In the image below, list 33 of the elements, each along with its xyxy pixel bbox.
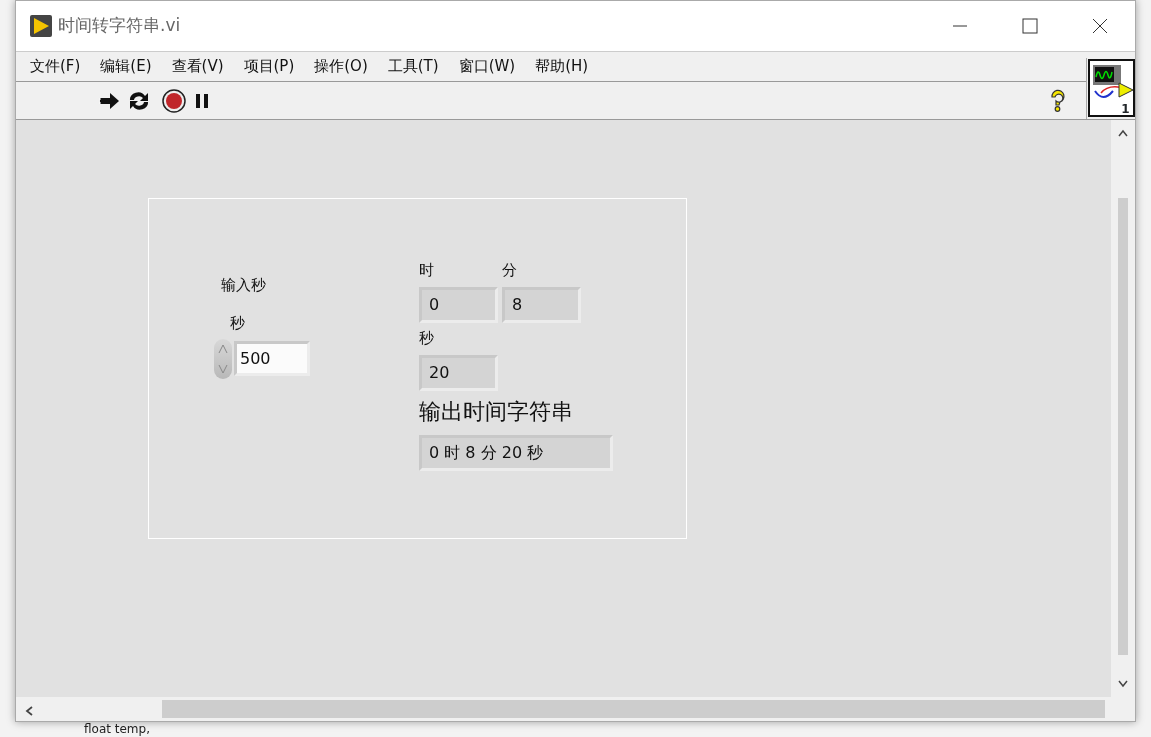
background-code-text: float temp, — [84, 723, 150, 735]
abort-button[interactable] — [160, 88, 188, 113]
numeric-input-field[interactable]: 500 — [234, 341, 310, 376]
scroll-left-icon[interactable] — [24, 705, 34, 717]
unit-label: 秒 — [230, 316, 245, 331]
minimize-icon — [952, 25, 968, 27]
scroll-down-icon[interactable] — [1117, 679, 1129, 689]
vi-logo-icon — [30, 15, 52, 37]
close-icon — [1092, 18, 1108, 34]
maximize-icon — [1022, 18, 1038, 34]
connector-pane-icon[interactable]: 1 — [1087, 59, 1135, 117]
connector-number: 1 — [1121, 103, 1130, 115]
menu-item[interactable]: 窗口(W) — [448, 55, 526, 78]
horizontal-scrollbar[interactable] — [16, 697, 1135, 721]
scroll-up-icon[interactable] — [1117, 128, 1129, 138]
menu-item[interactable]: 项目(P) — [233, 55, 305, 78]
control-label: 输入秒 — [221, 278, 266, 293]
window-title: 时间转字符串.vi — [58, 14, 181, 38]
numeric-indicator: 0 — [419, 287, 498, 323]
string-indicator: 0 时 8 分 20 秒 — [419, 435, 613, 471]
menu-item[interactable]: 工具(T) — [377, 55, 449, 78]
vertical-scrollbar[interactable] — [1111, 120, 1135, 697]
control-label: 时 — [419, 263, 434, 278]
menu-item[interactable]: 操作(O) — [304, 55, 378, 78]
numeric-indicator: 20 — [419, 355, 498, 391]
control-label: 分 — [502, 263, 517, 278]
control-label: 秒 — [419, 331, 434, 346]
numeric-indicator: 8 — [502, 287, 581, 323]
menu-item[interactable]: 编辑(E) — [90, 55, 162, 78]
menu-item[interactable]: 帮助(H) — [525, 55, 599, 78]
menu-item[interactable]: 查看(V) — [161, 55, 234, 78]
menu-item[interactable]: 文件(F) — [20, 55, 91, 78]
control-label: 输出时间字符串 — [419, 401, 573, 423]
